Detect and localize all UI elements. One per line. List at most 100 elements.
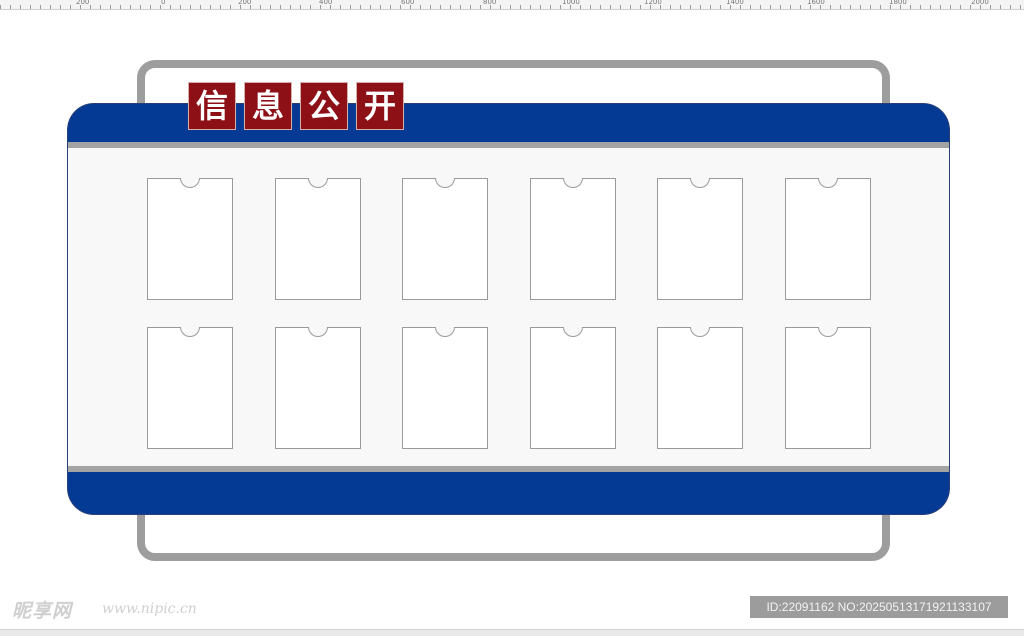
ruler-tick [610,5,611,9]
ruler-tick [880,5,881,9]
ruler-tick [780,5,781,9]
ruler-tick [40,5,41,9]
pocket-notch [180,327,200,337]
document-pocket [785,178,871,300]
ruler-tick [230,5,231,9]
ruler-tick [550,5,551,9]
ruler-label: 0 [161,0,166,6]
ruler-tick [740,5,741,9]
ruler-tick [850,5,851,9]
document-pocket [275,327,361,449]
ruler-tick [270,5,271,9]
ruler-tick [480,5,481,9]
ruler-label: 600 [401,0,415,6]
document-pocket [530,178,616,300]
ruler-tick [890,5,891,9]
pocket-notch [563,327,583,337]
ruler-tick [960,5,961,9]
ruler-tick [700,5,701,9]
ruler-tick [730,5,731,9]
ruler-tick [140,5,141,9]
ruler-tick [210,5,211,9]
ruler-tick [70,5,71,9]
ruler-tick [220,5,221,9]
ruler-tick [390,5,391,9]
ruler-tick [300,5,301,9]
document-pocket [402,178,488,300]
title-char-tile: 开 [356,82,404,130]
nipic-logo: 昵享网 [12,600,73,622]
ruler-tick [470,5,471,9]
ruler-tick [680,5,681,9]
ruler-tick [30,5,31,9]
ruler-tick [530,5,531,9]
document-pocket [147,327,233,449]
pocket-notch [435,327,455,337]
ruler-tick [940,5,941,9]
ruler-tick [500,5,501,9]
ruler-tick [910,5,911,9]
ruler-tick [970,5,971,9]
ruler-tick [1020,5,1021,9]
ruler-tick [750,5,751,9]
site-url: www.nipic.cn [102,601,197,617]
ruler-tick [330,5,331,9]
ruler-tick [110,5,111,9]
ruler-tick [280,5,281,9]
image-id-badge: ID:22091162 NO:20250513171921133107 [750,596,1008,618]
ruler-tick [920,5,921,9]
ruler-tick [250,5,251,9]
info-board [68,104,949,514]
ruler-tick [690,5,691,9]
ruler-tick [980,5,981,9]
ruler-label: 1400 [726,0,744,6]
ruler-tick [290,5,291,9]
ruler-tick [540,5,541,9]
ruler-tick [340,5,341,9]
ruler-tick [440,5,441,9]
ruler-tick [450,5,451,9]
ruler-tick [830,5,831,9]
ruler-tick [770,5,771,9]
ruler-tick [310,5,311,9]
document-pocket [147,178,233,300]
ruler-tick [10,5,11,9]
ruler-tick [0,5,1,9]
ruler-tick [510,5,511,9]
document-pocket [275,178,361,300]
ruler-tick [870,5,871,9]
pocket-notch [435,178,455,188]
ruler-tick [190,5,191,9]
ruler-tick [90,5,91,9]
ruler-tick [560,5,561,9]
ruler-tick [50,5,51,9]
top-ruler: 200 0 200 400 600 800 1000 1200 1400 160… [0,0,1024,10]
ruler-tick [600,5,601,9]
ruler-tick [170,5,171,9]
ruler-tick [950,5,951,9]
ruler-tick [150,5,151,9]
ruler-tick [430,5,431,9]
ruler-tick [400,5,401,9]
ruler-tick [240,5,241,9]
ruler-tick [590,5,591,9]
ruler-tick [820,5,821,9]
ruler-tick [900,5,901,9]
ruler-tick [160,5,161,9]
pocket-notch [690,327,710,337]
pocket-notch [818,178,838,188]
pocket-notch [308,178,328,188]
ruler-tick [20,5,21,9]
document-pocket [402,327,488,449]
ruler-tick [990,5,991,9]
ruler-tick [260,5,261,9]
pocket-notch [818,327,838,337]
ruler-tick [640,5,641,9]
ruler-tick [1010,5,1011,9]
document-pocket [530,327,616,449]
pocket-notch [308,327,328,337]
pocket-notch [180,178,200,188]
ruler-tick [60,5,61,9]
ruler-tick [620,5,621,9]
ruler-tick [720,5,721,9]
